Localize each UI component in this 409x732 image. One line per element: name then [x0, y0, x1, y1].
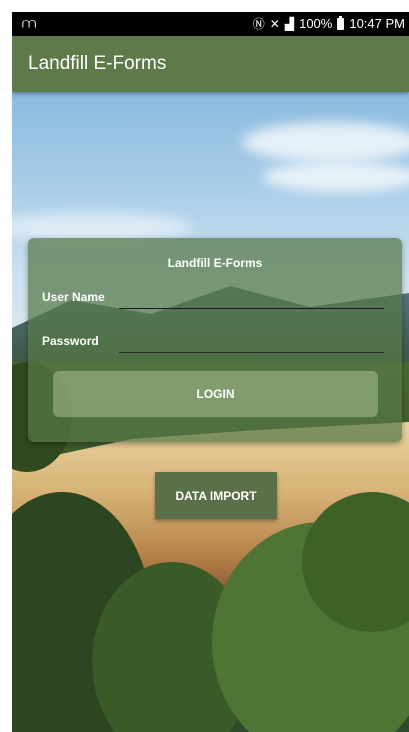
battery-icon — [337, 15, 345, 30]
battery-percent: 100% — [299, 16, 333, 31]
app-bar: Landfill E-Forms — [12, 36, 409, 92]
cloud — [242, 122, 409, 162]
login-button[interactable]: LOGIN — [53, 371, 378, 417]
password-label: Password — [42, 334, 99, 348]
username-label: User Name — [42, 290, 105, 304]
status-icons: Ⓝ ✕ ▟ 100% 10:47 PM — [252, 15, 405, 31]
status-time: 10:47 PM — [349, 16, 405, 31]
signal-icon: ▟ — [284, 16, 295, 31]
login-card-title: Landfill E-Forms — [167, 256, 263, 270]
cloud — [262, 162, 409, 192]
mute-icon: ✕ — [269, 16, 280, 31]
password-input[interactable] — [119, 330, 384, 353]
app-title: Landfill E-Forms — [28, 53, 167, 74]
login-card: Landfill E-Forms User Name Password LOGI… — [28, 238, 402, 442]
status-bar: ⩋ Ⓝ ✕ ▟ 100% 10:47 PM — [12, 12, 409, 36]
notification-icon: ⩋ — [22, 15, 37, 31]
app-screen: ⩋ Ⓝ ✕ ▟ 100% 10:47 PM Landfill E-Forms L… — [12, 12, 409, 732]
username-input[interactable] — [119, 286, 384, 309]
data-import-button[interactable]: DATA IMPORT — [155, 472, 277, 519]
nfc-icon: Ⓝ — [252, 16, 265, 31]
